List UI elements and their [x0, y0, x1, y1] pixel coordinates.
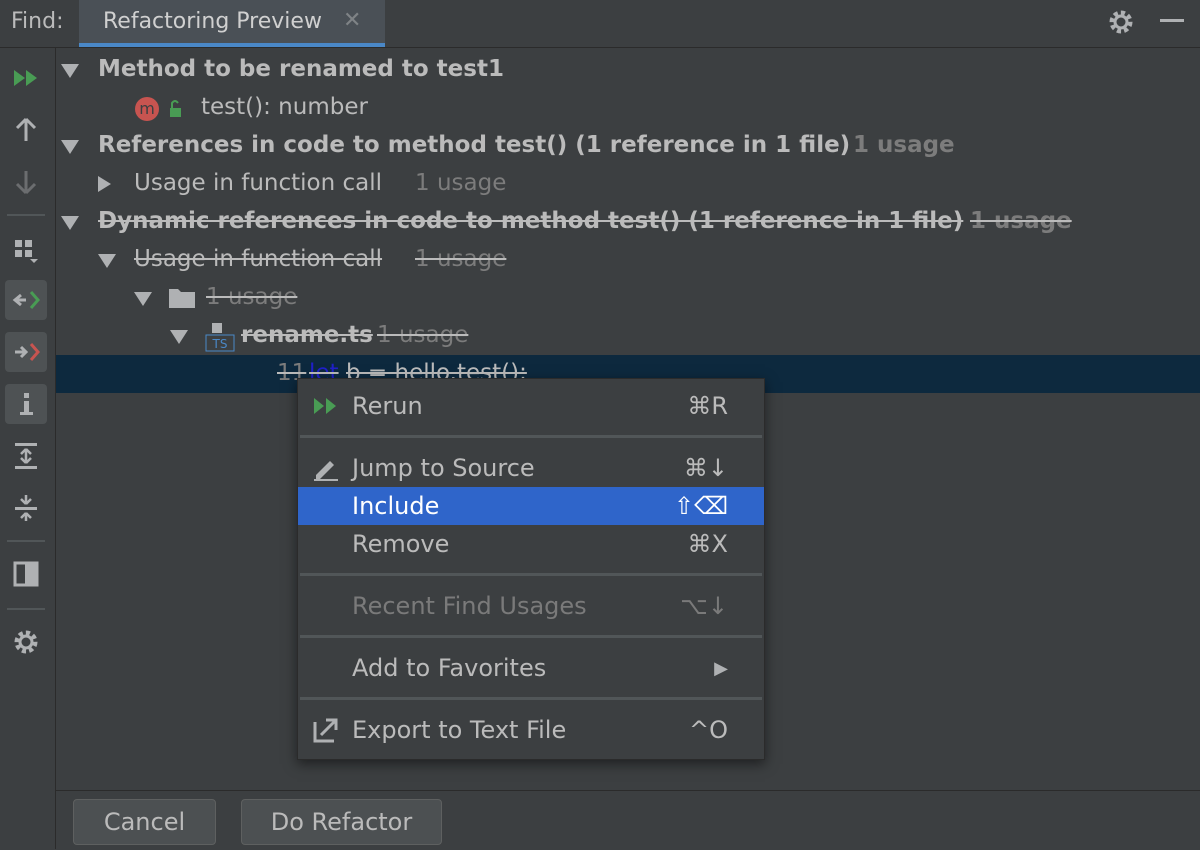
collapse-all-icon[interactable] [5, 488, 47, 528]
usage-count: 1 usage [415, 170, 507, 196]
expand-triangle-icon[interactable] [98, 254, 116, 268]
menu-separator [300, 573, 762, 576]
settings-gear-icon[interactable] [5, 622, 47, 662]
collapsed-triangle-icon[interactable] [98, 176, 111, 192]
node-label: test(): number [201, 94, 368, 120]
node-label: rename.ts [241, 322, 373, 348]
previous-occurrence-icon[interactable] [5, 110, 47, 150]
menu-item-label: Remove [352, 530, 450, 558]
tab-active-indicator [79, 43, 385, 47]
do-refactor-button[interactable]: Do Refactor [241, 799, 442, 845]
node-label: Usage in function call [134, 170, 383, 196]
tree-node-usage-call[interactable]: Usage in function call 1 usage [56, 165, 1200, 203]
menu-separator [300, 697, 762, 700]
usage-count: 1 usage [415, 246, 507, 272]
submenu-arrow-icon: ▶ [714, 658, 728, 679]
expand-triangle-icon[interactable] [134, 292, 152, 306]
tree-node-method[interactable]: Method to be renamed to test1 [56, 51, 1200, 89]
close-icon[interactable]: ✕ [343, 8, 361, 33]
tree-node-folder[interactable]: 1 usage [56, 279, 1200, 317]
rerun-icon [314, 398, 336, 414]
toolbar-separator [7, 540, 45, 542]
usage-count: 1 usage [206, 284, 298, 310]
tree-node-usage-call-excluded[interactable]: Usage in function call 1 usage [56, 241, 1200, 279]
exclude-icon[interactable] [5, 332, 47, 372]
menu-item-remove[interactable]: Remove ⌘X [298, 525, 764, 563]
menu-item-rerun[interactable]: Rerun ⌘R [298, 387, 764, 425]
cancel-button[interactable]: Cancel [73, 799, 216, 845]
menu-item-recent-find-usages[interactable]: Recent Find Usages ⌥↓ [298, 587, 764, 625]
button-bar: Cancel Do Refactor [56, 790, 1200, 850]
typescript-file-icon: TS [205, 323, 235, 352]
expand-all-icon[interactable] [5, 436, 47, 476]
tab-label: Refactoring Preview [103, 9, 322, 34]
expand-triangle-icon[interactable] [61, 216, 79, 230]
menu-item-label: Jump to Source [352, 454, 535, 482]
menu-item-jump-to-source[interactable]: Jump to Source ⌘↓ [298, 449, 764, 487]
gear-icon[interactable] [1107, 8, 1135, 36]
menu-item-label: Add to Favorites [352, 654, 547, 682]
tree-node-references[interactable]: References in code to method test() (1 r… [56, 127, 1200, 165]
menu-item-shortcut: ^O [689, 716, 728, 744]
tree-node-dynamic-references[interactable]: Dynamic references in code to method tes… [56, 203, 1200, 241]
node-label: Dynamic references in code to method tes… [98, 208, 964, 234]
svg-text:TS: TS [212, 337, 228, 351]
menu-item-shortcut: ⌥↓ [680, 592, 728, 620]
rerun-icon[interactable] [5, 58, 47, 98]
menu-item-label: Export to Text File [352, 716, 567, 744]
node-label: References in code to method test() (1 r… [98, 132, 851, 158]
usage-count: 1 usage [853, 132, 955, 158]
tool-window-header: Find: Refactoring Preview ✕ [0, 0, 1200, 48]
menu-item-shortcut: ⌘X [687, 530, 728, 558]
export-icon [313, 718, 338, 743]
folder-icon [169, 289, 195, 308]
find-label: Find: [11, 9, 64, 34]
include-icon[interactable] [5, 280, 47, 320]
tree-node-method-target[interactable]: m test(): number [56, 89, 1200, 127]
menu-item-label: Include [352, 492, 440, 520]
menu-item-shortcut: ⌘↓ [683, 454, 728, 482]
expand-triangle-icon[interactable] [170, 330, 188, 344]
usage-count: 1 usage [377, 322, 469, 348]
minimize-icon[interactable] [1160, 19, 1184, 22]
svg-text:m: m [139, 99, 155, 118]
menu-item-export-to-text-file[interactable]: Export to Text File ^O [298, 711, 764, 749]
usage-count: 1 usage [970, 208, 1072, 234]
menu-item-label: Rerun [352, 392, 423, 420]
menu-separator [300, 635, 762, 638]
tab-refactoring-preview[interactable]: Refactoring Preview ✕ [79, 0, 385, 47]
expand-triangle-icon[interactable] [61, 140, 79, 154]
menu-item-shortcut: ⌘R [687, 392, 728, 420]
pencil-icon [314, 461, 338, 481]
menu-item-label: Recent Find Usages [352, 592, 587, 620]
menu-item-shortcut: ⇧⌫ [673, 492, 728, 520]
menu-item-include[interactable]: Include ⇧⌫ [298, 487, 764, 525]
tree-node-file[interactable]: TS rename.ts 1 usage [56, 317, 1200, 355]
toolbar-separator [7, 608, 45, 610]
menu-item-add-to-favorites[interactable]: Add to Favorites ▶ [298, 649, 764, 687]
info-icon[interactable] [5, 384, 47, 424]
group-by-icon[interactable] [5, 230, 47, 270]
node-label: Usage in function call [134, 246, 383, 272]
expand-triangle-icon[interactable] [61, 64, 79, 78]
node-label: Method to be renamed to test1 [98, 56, 504, 82]
toolbar-separator [7, 214, 45, 216]
next-occurrence-icon[interactable] [5, 162, 47, 202]
context-menu: Rerun ⌘R Jump to Source ⌘↓ Include ⇧⌫ Re… [297, 378, 765, 760]
preview-panel-icon[interactable] [5, 554, 47, 594]
method-icon: m [135, 97, 181, 121]
left-toolbar [0, 48, 56, 849]
menu-separator [300, 435, 762, 438]
